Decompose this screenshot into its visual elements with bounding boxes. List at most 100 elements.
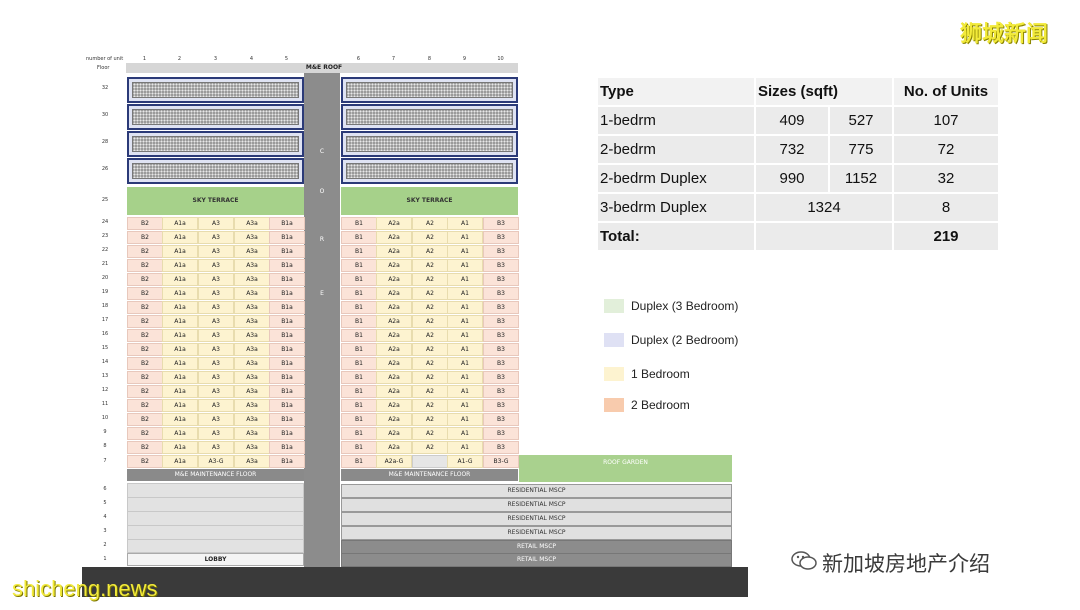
row-units: 32 <box>893 164 1000 194</box>
unit-cell: A3a <box>234 245 270 258</box>
unit-cell: A2 <box>412 371 448 384</box>
retail-mscp: RETAIL MSCP <box>341 553 732 567</box>
core-letter: E <box>320 290 324 297</box>
unit-cell: A1 <box>447 259 483 272</box>
unit-cell: B1 <box>341 245 377 258</box>
duplex-unit <box>341 131 518 157</box>
unit-cell: A2a <box>376 231 412 244</box>
unit-cell: A3 <box>198 217 234 230</box>
ground-slab <box>82 567 748 597</box>
duplex-unit-pattern <box>346 109 513 125</box>
unit-cell: A1a <box>162 273 198 286</box>
residential-mscp: RESIDENTIAL MSCP <box>341 512 732 526</box>
unit-cell: B2 <box>127 301 163 314</box>
floor-label: 7 <box>103 458 107 464</box>
unit-cell: A1a <box>162 455 198 468</box>
unit-cell: A2a-G <box>376 455 412 468</box>
residential-mscp: RESIDENTIAL MSCP <box>341 526 732 540</box>
table-row: 2-bedrm 732 775 72 <box>598 135 1000 165</box>
unit-cell: A2a <box>376 357 412 370</box>
unit-cell: B3 <box>483 301 519 314</box>
unit-cell: B3 <box>483 315 519 328</box>
table-row: 3-bedrm Duplex 1324 8 <box>598 193 1000 223</box>
floor-label: 11 <box>101 401 109 407</box>
unit-cell: A1a <box>162 231 198 244</box>
unit-cell: A1 <box>447 301 483 314</box>
unit-cell: A2 <box>412 301 448 314</box>
duplex-unit-pattern <box>132 82 299 98</box>
floor-label: 8 <box>103 443 107 449</box>
unit-cell: A1a <box>162 287 198 300</box>
unit-cell: A2a <box>376 427 412 440</box>
unit-cell: A3a <box>234 273 270 286</box>
unit-cell: B1 <box>341 217 377 230</box>
unit-cell: A3 <box>198 399 234 412</box>
sky-terrace: SKY TERRACE <box>127 187 304 215</box>
unit-cell: B2 <box>127 273 163 286</box>
unit-cell: B2 <box>127 231 163 244</box>
unit-cell: B2 <box>127 287 163 300</box>
unit-cell: A1a <box>162 399 198 412</box>
unit-cell: B1 <box>341 259 377 272</box>
floor-label: 4 <box>103 514 107 520</box>
unit-cell: B2 <box>127 441 163 454</box>
me-maintenance-floor: M&E MAINTENANCE FLOOR <box>127 469 304 481</box>
unit-cell: A1 <box>447 441 483 454</box>
unit-cell: B3 <box>483 413 519 426</box>
floor-label: 32 <box>101 85 109 91</box>
floor-label: 23 <box>101 233 109 239</box>
unit-cell: A2a <box>376 315 412 328</box>
unit-cell: A2a <box>376 301 412 314</box>
row-units: 72 <box>893 135 1000 165</box>
duplex-unit <box>341 104 518 130</box>
unit-cell: A3a <box>234 259 270 272</box>
unit-cell: A2 <box>412 245 448 258</box>
sky-terrace: SKY TERRACE <box>341 187 518 215</box>
unit-cell: A1a <box>162 371 198 384</box>
unit-cell: B1 <box>341 455 377 468</box>
unit-cell: B1 <box>341 231 377 244</box>
unit-cell: B1a <box>269 273 305 286</box>
unit-cell: B1a <box>269 357 305 370</box>
unit-number: 6 <box>356 56 361 62</box>
unit-cell: A2 <box>412 399 448 412</box>
unit-cell: B1 <box>341 273 377 286</box>
podium-left-divider <box>127 525 304 526</box>
unit-cell: B1 <box>341 399 377 412</box>
legend-label-duplex-3: Duplex (3 Bedroom) <box>631 299 739 313</box>
unit-cell: B2 <box>127 413 163 426</box>
unit-cell: A3a <box>234 231 270 244</box>
row-type: 3-bedrm Duplex <box>598 193 756 223</box>
unit-cell: A1 <box>447 357 483 370</box>
legend-swatch-1-bedroom <box>604 367 624 381</box>
unit-cell: A2 <box>412 441 448 454</box>
total-label: Total: <box>598 222 756 252</box>
unit-cell: B3 <box>483 259 519 272</box>
unit-cell: B1a <box>269 441 305 454</box>
unit-cell: A1a <box>162 441 198 454</box>
me-maintenance-floor: M&E MAINTENANCE FLOOR <box>341 469 518 481</box>
unit-cell: A2a <box>376 259 412 272</box>
unit-cell: B3 <box>483 343 519 356</box>
unit-cell: B3 <box>483 427 519 440</box>
unit-cell: B1 <box>341 371 377 384</box>
unit-cell: A2 <box>412 217 448 230</box>
unit-cell: A1 <box>447 231 483 244</box>
unit-cell: B3 <box>483 399 519 412</box>
unit-number: 1 <box>142 56 147 62</box>
unit-cell: A1 <box>447 385 483 398</box>
unit-cell: B2 <box>127 245 163 258</box>
podium-left-divider <box>127 539 304 540</box>
unit-cell: A3 <box>198 231 234 244</box>
unit-cell: A1 <box>447 343 483 356</box>
unit-cell: B1 <box>341 301 377 314</box>
floor-label: 18 <box>101 303 109 309</box>
unit-cell: B2 <box>127 371 163 384</box>
unit-cell: A2a <box>376 343 412 356</box>
unit-cell: A1a <box>162 259 198 272</box>
unit-cell: B1 <box>341 357 377 370</box>
unit-cell: A3a <box>234 371 270 384</box>
legend-swatch-2-bedroom <box>604 398 624 412</box>
unit-cell: A2a <box>376 385 412 398</box>
floor-label: 10 <box>101 415 109 421</box>
